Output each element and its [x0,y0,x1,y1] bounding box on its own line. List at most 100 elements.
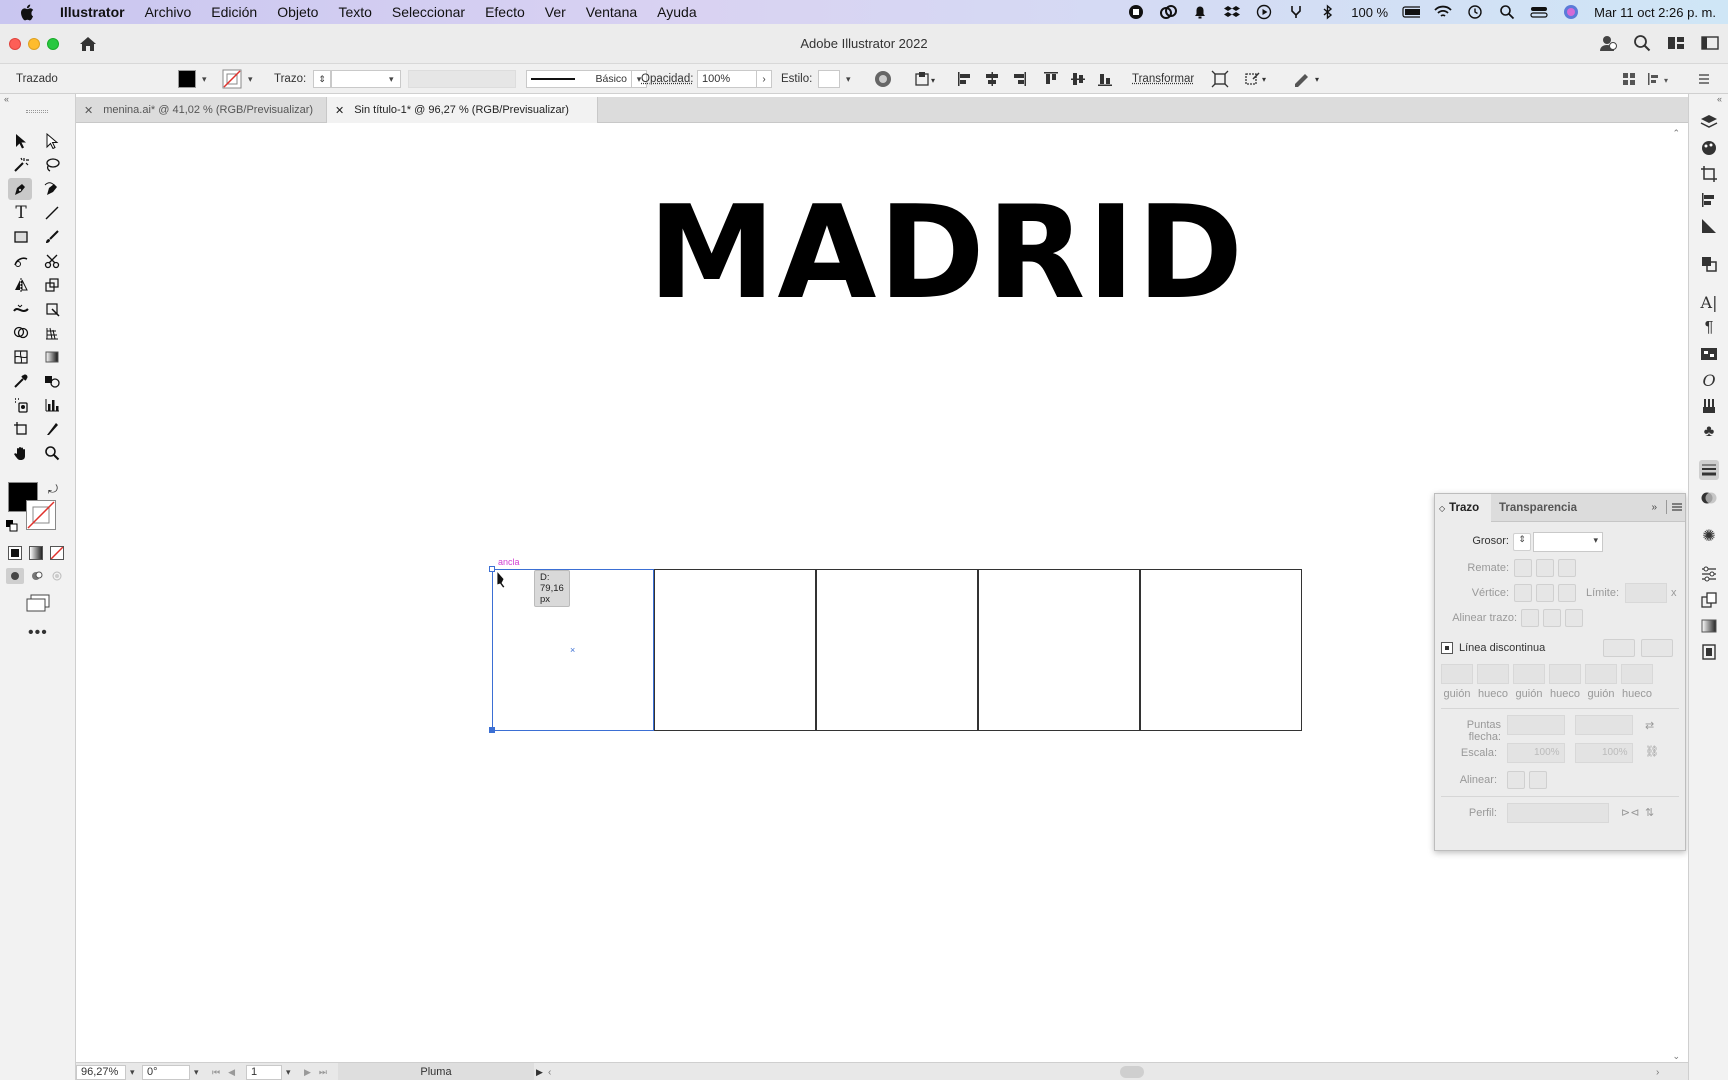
symbols-panel-icon[interactable]: ♣ [1699,422,1719,442]
control-bar-menu-icon[interactable] [1697,64,1711,94]
panel-toggle-icon[interactable]: ◇ [1439,504,1445,513]
default-colors-icon[interactable] [6,520,18,535]
align-inside-stroke-button[interactable] [1543,609,1561,627]
panel-layout-icon[interactable] [1621,64,1637,94]
none-mode-icon[interactable] [50,546,64,560]
menu-seleccionar[interactable]: Seleccionar [382,4,475,20]
selection-tool-icon[interactable] [9,130,33,152]
chevron-right-icon[interactable]: › [756,70,772,88]
chevron-down-icon[interactable]: ▾ [248,74,253,85]
pathfinder-icon[interactable] [1699,216,1719,236]
dropbox-icon[interactable] [1223,3,1241,21]
reflect-tool-icon[interactable] [9,274,33,296]
zoom-field[interactable]: 96,27% ▾ [76,1063,135,1080]
time-machine-icon[interactable] [1466,3,1484,21]
control-center-icon[interactable] [1530,3,1548,21]
horizontal-scrollbar-thumb[interactable] [1120,1066,1144,1078]
wifi-icon[interactable] [1434,3,1452,21]
status-menu-icon[interactable]: ▶ [536,1063,543,1080]
end-arrowhead-dropdown[interactable] [1575,715,1633,735]
chevron-down-icon[interactable]: ▾ [202,74,207,85]
align-outside-stroke-button[interactable] [1565,609,1583,627]
character-panel-icon[interactable]: A| [1699,292,1719,312]
square[interactable] [816,569,978,731]
spotlight-search-icon[interactable] [1498,3,1516,21]
square[interactable] [654,569,816,731]
limit-input[interactable] [1625,583,1667,603]
eyedropper-tool-icon[interactable] [9,370,33,392]
flip-across-icon[interactable]: ⇅ [1645,806,1654,819]
close-tab-icon[interactable]: ✕ [335,104,344,117]
gap-input-3[interactable] [1621,664,1653,684]
weight-input[interactable]: ▾ [1533,532,1603,552]
link-scale-icon[interactable]: ⛓ [1645,745,1659,758]
artboard-number-input[interactable]: 1 [246,1064,282,1080]
shaper-tool-icon[interactable] [9,250,33,272]
dash-input-1[interactable] [1441,664,1473,684]
bluetooth-icon[interactable] [1319,3,1337,21]
brush-definition-dropdown[interactable]: Básico ▾ [526,64,647,94]
stroke-swatch[interactable]: ▾ [222,64,253,94]
workspace-switcher-icon[interactable] [1666,33,1686,56]
start-arrowhead-dropdown[interactable] [1507,715,1565,735]
apple-icon[interactable] [20,4,38,21]
width-tool-icon[interactable] [9,298,33,320]
expand-dock-icon[interactable]: « [1717,94,1722,104]
chevron-down-icon[interactable]: ▾ [389,74,394,85]
column-graph-tool-icon[interactable] [40,394,64,416]
align-to-icon[interactable]: ▾ [915,64,939,94]
stroke-panel-icon[interactable] [1699,460,1719,480]
color-mode-icon[interactable] [8,546,22,560]
artboard-number-field[interactable]: 1 ▾ [246,1063,291,1080]
slice-tool-icon[interactable] [40,418,64,440]
recolor-icon[interactable] [874,64,892,94]
share-user-icon[interactable] [1598,33,1618,56]
appearance-panel-icon[interactable]: ✺ [1699,526,1719,546]
first-artboard-icon[interactable]: ⏮ [212,1067,220,1078]
libraries-panel-icon[interactable] [1699,642,1719,662]
rectangle-tool-icon[interactable] [9,226,33,248]
align-right-icon[interactable] [1010,64,1028,94]
weight-stepper-icon[interactable]: ⇕ [1513,533,1531,551]
magic-wand-tool-icon[interactable] [9,154,33,176]
menu-texto[interactable]: Texto [328,4,381,20]
dashed-line-checkbox[interactable] [1441,642,1453,654]
align-top-icon[interactable] [1042,64,1060,94]
blend-tool-icon[interactable] [40,370,64,392]
gap-input-1[interactable] [1477,664,1509,684]
dash-input-3[interactable] [1585,664,1617,684]
draw-behind-icon[interactable] [28,568,46,587]
menu-ver[interactable]: Ver [535,4,576,20]
scroll-down-icon[interactable]: ⌄ [1672,1051,1680,1062]
align-center-stroke-button[interactable] [1521,609,1539,627]
miter-join-button[interactable] [1514,584,1532,602]
end-scale-input[interactable]: 100% [1575,743,1633,763]
paragraph-panel-icon[interactable]: ¶ [1699,318,1719,338]
scroll-right-icon[interactable]: › [1656,1063,1659,1080]
close-tab-icon[interactable]: ✕ [84,104,93,117]
edit-toolbar-icon[interactable]: ••• [28,624,48,642]
artwork-heading[interactable]: MADRID [648,190,1243,340]
chevron-down-icon[interactable]: ▾ [846,74,851,85]
direct-selection-tool-icon[interactable] [40,130,64,152]
square[interactable] [1140,569,1302,731]
align-distribute-icon[interactable]: ▾ [1646,64,1674,94]
puppet-warp-icon[interactable]: ▾ [1243,64,1271,94]
lasso-tool-icon[interactable] [40,154,64,176]
free-transform-tool-icon[interactable] [40,298,64,320]
tab-trazo[interactable]: ◇ Trazo [1435,494,1491,522]
opentype-panel-icon[interactable] [1699,344,1719,364]
shape-builder-tool-icon[interactable] [9,322,33,344]
menubar-datetime[interactable]: Mar 11 oct 2:26 p. m. [1594,5,1716,20]
creative-cloud-icon[interactable] [1159,3,1178,21]
type-tool-icon[interactable]: T [9,202,33,224]
align-dashes-button[interactable] [1641,639,1673,657]
round-cap-button[interactable] [1536,559,1554,577]
opacity-field[interactable]: 100% › [697,64,772,94]
hand-tool-icon[interactable] [9,442,33,464]
tab-sin-titulo[interactable]: ✕ Sin título-1* @ 96,27 % (RGB/Previsual… [326,97,598,123]
battery-icon[interactable] [1402,3,1421,21]
swap-fill-stroke-icon[interactable]: ⤾ [48,482,58,497]
draw-inside-icon[interactable] [48,568,66,587]
opacity-input[interactable]: 100% [697,70,757,88]
